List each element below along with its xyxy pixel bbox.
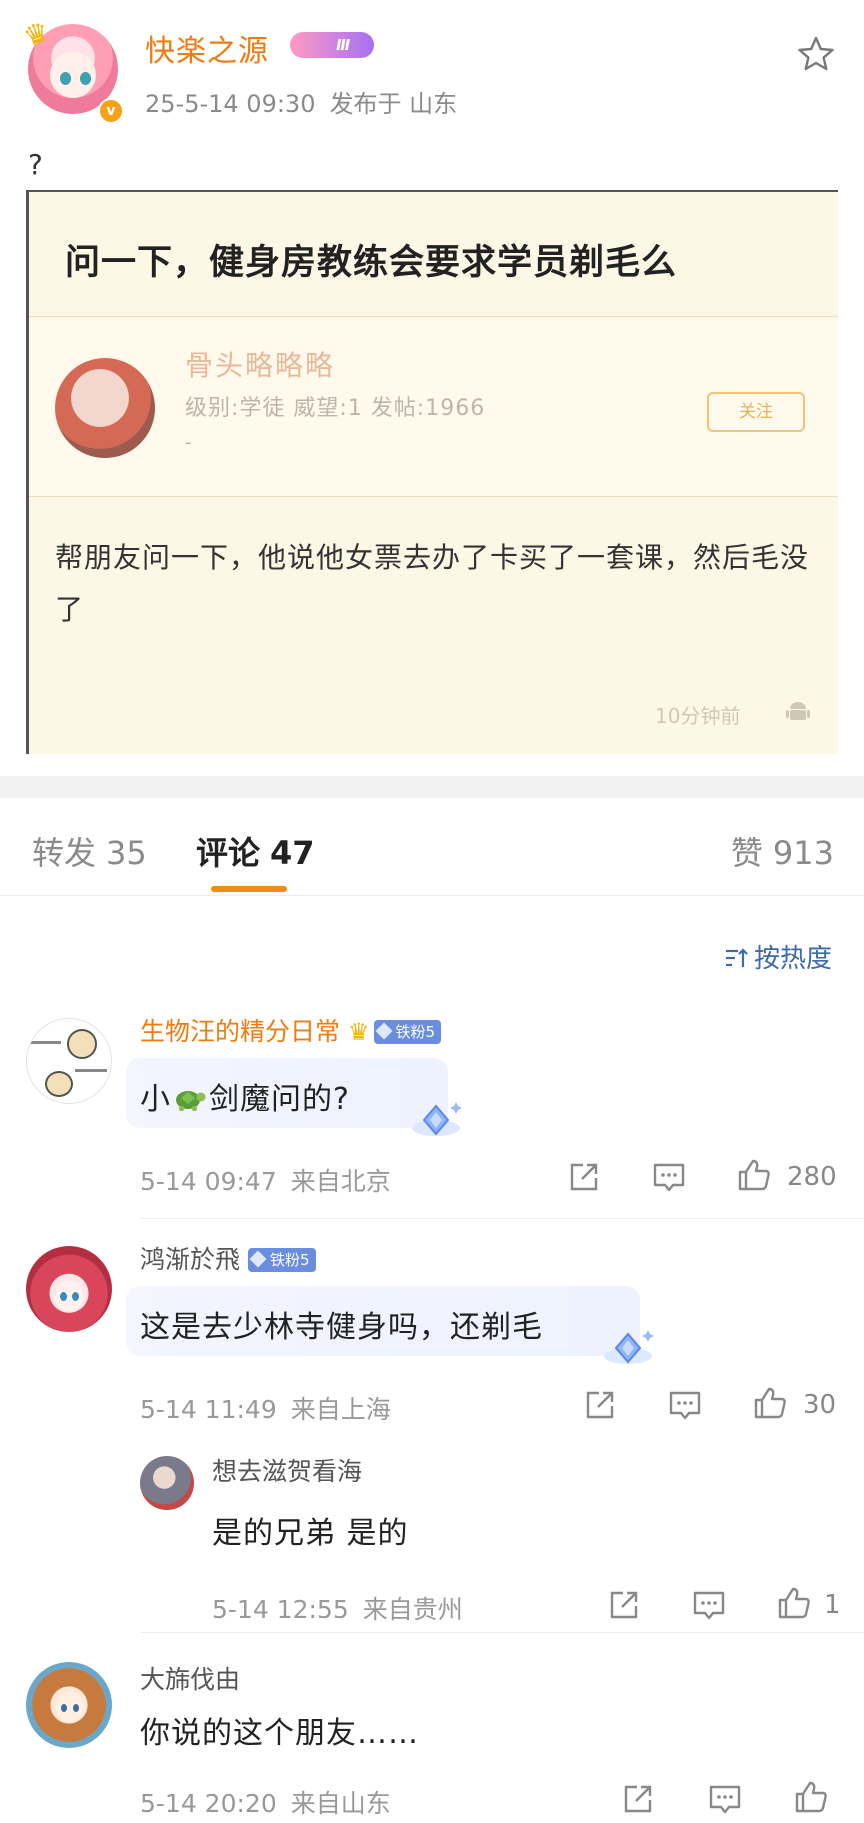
tab-repost-label: 转发 <box>32 834 97 872</box>
commenter-name[interactable]: 鸿渐於飛 铁粉5 <box>140 1240 316 1276</box>
comment-text: 这是去少林寺健身吗，还剃毛 <box>140 1310 543 1345</box>
fan-badge: 铁粉5 <box>248 1248 316 1272</box>
commenter-avatar[interactable] <box>26 1662 112 1748</box>
tab-comments-label: 评论 <box>196 834 261 872</box>
commenter-name[interactable]: 生物汪的精分日常 ♛ 铁粉5 <box>140 1012 442 1048</box>
crown-icon: ♛ <box>348 1018 370 1046</box>
commenter-name-text: 生物汪的精分日常 <box>140 1017 341 1046</box>
commenter-avatar[interactable] <box>26 1018 112 1104</box>
sparkle-gem-icon <box>412 1102 462 1136</box>
comment-location: 来自上海 <box>290 1395 391 1424</box>
tab-likes-label: 赞 <box>730 834 763 872</box>
post-time: 25-5-14 09:30 <box>145 90 316 118</box>
share-icon[interactable] <box>607 1588 641 1622</box>
comment-location: 来自北京 <box>290 1167 391 1196</box>
post-header: ♛ v 快楽之源 Ⅲ 25-5-14 09:30 发布于 山东 <box>0 0 864 130</box>
image-body-text: 帮朋友问一下，他说他女票去办了卡买了一套课，然后毛没了 <box>55 541 810 626</box>
comment-location: 来自贵州 <box>362 1595 463 1624</box>
like-count: 1 <box>824 1590 841 1620</box>
post-meta: 25-5-14 09:30 发布于 山东 <box>145 84 457 119</box>
comment-time: 5-14 11:49 <box>140 1395 277 1424</box>
comment-divider <box>140 1632 864 1633</box>
author-name[interactable]: 快楽之源 <box>145 26 269 70</box>
image-follow-button: 关注 <box>707 392 805 432</box>
commenter-avatar[interactable] <box>140 1456 194 1510</box>
comment-text: 是的兄弟 是的 <box>212 1516 409 1551</box>
tab-repost-count: 35 <box>106 834 147 872</box>
detail-tabs: 转发 35 评论 47 赞 913 <box>0 798 864 896</box>
commenter-avatar[interactable] <box>26 1246 112 1332</box>
image-user-stats: 级别:学徒 威望:1 发帖:1966 <box>185 396 486 421</box>
comment-meta: 5-14 11:49 来自上海 <box>140 1390 391 1426</box>
comment-text: 小 剑魔问的? <box>140 1074 350 1118</box>
sort-icon <box>726 948 748 967</box>
active-tab-indicator <box>211 886 287 892</box>
section-divider <box>0 776 864 798</box>
comment-text-b: 剑魔问的? <box>209 1082 350 1117</box>
comment-meta: 5-14 09:47 来自北京 <box>140 1162 391 1198</box>
verified-icon: v <box>98 98 124 124</box>
like-icon[interactable] <box>794 1780 828 1814</box>
fan-badge-label: 铁粉5 <box>395 1023 436 1041</box>
image-user-dash: - <box>185 432 192 453</box>
like-count: 280 <box>787 1162 837 1192</box>
comment-text: 你说的这个朋友…… <box>140 1716 419 1751</box>
comment-time: 5-14 09:47 <box>140 1167 277 1196</box>
tab-likes[interactable]: 赞 913 <box>731 828 834 874</box>
image-username: 骨头略略略 <box>185 349 336 382</box>
sort-button[interactable]: 按热度 <box>724 938 832 975</box>
like-icon[interactable] <box>737 1158 771 1192</box>
share-icon[interactable] <box>567 1160 601 1194</box>
comment-icon[interactable] <box>668 1388 702 1422</box>
commenter-name[interactable]: 大旆伐由 <box>140 1660 240 1696</box>
share-icon[interactable] <box>583 1388 617 1422</box>
comment-text-a: 小 <box>140 1082 171 1117</box>
android-icon <box>786 702 810 720</box>
post-image[interactable]: 问一下，健身房教练会要求学员剃毛么 骨头略略略 级别:学徒 威望:1 发帖:19… <box>26 190 838 754</box>
image-title: 问一下，健身房教练会要求学员剃毛么 <box>65 243 678 283</box>
sort-label: 按热度 <box>754 944 833 974</box>
tab-repost[interactable]: 转发 35 <box>32 828 147 874</box>
image-timestamp: 10分钟前 <box>655 704 741 728</box>
comment-icon[interactable] <box>708 1782 742 1816</box>
post-text: ? <box>28 148 43 181</box>
star-icon[interactable] <box>796 34 836 74</box>
comment-location: 来自山东 <box>290 1789 391 1818</box>
comment-divider <box>140 1218 864 1219</box>
like-icon[interactable] <box>753 1386 787 1420</box>
image-divider <box>29 496 838 497</box>
image-user-avatar <box>55 358 155 458</box>
comment-time: 5-14 20:20 <box>140 1789 277 1818</box>
like-icon[interactable] <box>777 1586 811 1620</box>
level-badge: Ⅲ <box>290 32 374 58</box>
sparkle-gem-icon <box>604 1330 654 1364</box>
comment-icon[interactable] <box>652 1160 686 1194</box>
tab-likes-count: 913 <box>772 834 834 872</box>
turtle-emoji-icon <box>176 1091 206 1111</box>
commenter-name-text: 鸿渐於飛 <box>140 1245 241 1274</box>
author-avatar[interactable]: ♛ v <box>19 15 124 124</box>
fan-badge: 铁粉5 <box>373 1020 442 1044</box>
comment-time: 5-14 12:55 <box>212 1595 349 1624</box>
tab-comments-count: 47 <box>270 834 315 872</box>
post-location: 发布于 山东 <box>329 90 458 118</box>
comment-meta: 5-14 20:20 来自山东 <box>140 1784 391 1820</box>
fan-badge-label: 铁粉5 <box>270 1251 310 1269</box>
image-divider <box>29 316 838 317</box>
comment-icon[interactable] <box>692 1588 726 1622</box>
commenter-name[interactable]: 想去滋贺看海 <box>212 1452 362 1488</box>
tab-comments[interactable]: 评论 47 <box>196 828 315 874</box>
like-count: 30 <box>803 1390 837 1420</box>
share-icon[interactable] <box>621 1782 655 1816</box>
comment-meta: 5-14 12:55 来自贵州 <box>212 1590 463 1626</box>
